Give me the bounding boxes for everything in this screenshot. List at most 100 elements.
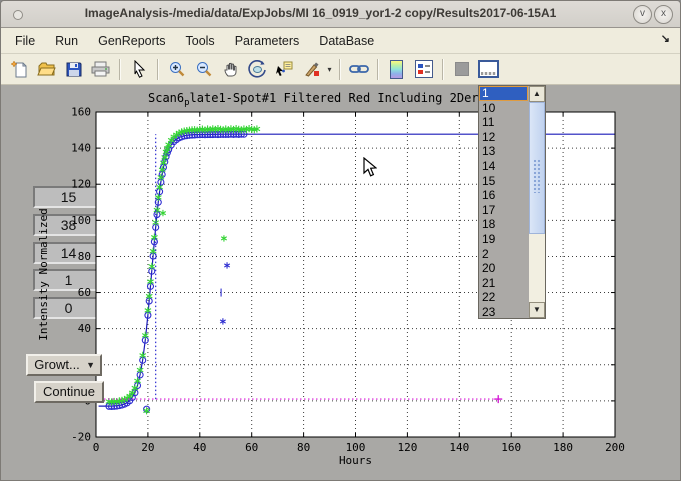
- scan-listbox[interactable]: 110111213141516171819220212223 ▲ ▼: [478, 85, 546, 319]
- save-floppy-icon: [65, 60, 83, 78]
- svg-text:100: 100: [71, 214, 91, 227]
- listbox-scrollbar[interactable]: ▲ ▼: [529, 86, 545, 318]
- svg-text:40: 40: [78, 322, 91, 335]
- colorbar-icon: [390, 60, 403, 79]
- listbox-item[interactable]: 16: [479, 188, 528, 203]
- menu-item-database[interactable]: DataBase: [311, 31, 382, 51]
- listbox-item[interactable]: 23: [479, 305, 528, 319]
- menu-item-run[interactable]: Run: [47, 31, 86, 51]
- brush-tool-button[interactable]: [299, 57, 324, 82]
- scroll-down-icon[interactable]: ▼: [529, 302, 545, 318]
- svg-text:0: 0: [93, 441, 100, 454]
- listbox-item[interactable]: 10: [479, 101, 528, 116]
- listbox-item[interactable]: 1: [479, 86, 528, 101]
- toolbar: ▾: [1, 54, 680, 85]
- svg-text:140: 140: [71, 142, 91, 155]
- svg-text:200: 200: [605, 441, 625, 454]
- listbox-item[interactable]: 13: [479, 144, 528, 159]
- dock-figure-icon: [478, 60, 499, 78]
- new-file-icon: [11, 60, 29, 78]
- titlebar[interactable]: ImageAnalysis-/media/data/ExpJobs/MI 16_…: [1, 1, 680, 28]
- toolbar-separator: [377, 59, 378, 80]
- listbox-item[interactable]: 21: [479, 276, 528, 291]
- datatip-icon: [275, 60, 294, 78]
- shade-button[interactable]: v: [633, 5, 652, 24]
- continue-button[interactable]: Continue: [34, 381, 104, 403]
- link-chain-icon: [349, 60, 369, 78]
- growth-menu-button[interactable]: Growt...▼: [26, 354, 102, 376]
- listbox-item[interactable]: 20: [479, 261, 528, 276]
- menu-overflow-icon[interactable]: ↘: [661, 32, 670, 45]
- arrow-cursor-icon: [131, 60, 147, 78]
- plot-tools-off-icon: [455, 62, 469, 76]
- svg-text:60: 60: [245, 441, 258, 454]
- svg-text:180: 180: [553, 441, 573, 454]
- listbox-item[interactable]: 19: [479, 232, 528, 247]
- svg-text:160: 160: [501, 441, 521, 454]
- link-plots-button[interactable]: [346, 57, 371, 82]
- zoom-out-icon: [195, 60, 213, 78]
- legend-icon: [415, 60, 433, 78]
- svg-text:120: 120: [397, 441, 417, 454]
- open-folder-icon: [37, 60, 56, 78]
- listbox-item[interactable]: 17: [479, 203, 528, 218]
- toolbar-separator: [119, 59, 120, 80]
- figure-area: Scan6plate1-Spot#1 Filtered Red Includin…: [1, 85, 681, 481]
- svg-text:100: 100: [346, 441, 366, 454]
- listbox-item[interactable]: 11: [479, 115, 528, 130]
- svg-text:Intensity Normalized: Intensity Normalized: [37, 208, 50, 340]
- svg-text:80: 80: [78, 250, 91, 263]
- listbox-item[interactable]: 12: [479, 130, 528, 145]
- open-file-button[interactable]: [34, 57, 59, 82]
- brush-menu-caret[interactable]: ▾: [325, 58, 334, 81]
- scrollbar-thumb[interactable]: [529, 102, 545, 234]
- app-window: ImageAnalysis-/media/data/ExpJobs/MI 16_…: [0, 0, 681, 481]
- plot-canvas[interactable]: 020406080100120140160180200-200204060801…: [1, 85, 681, 481]
- svg-text:140: 140: [449, 441, 469, 454]
- listbox-item[interactable]: 22: [479, 290, 528, 305]
- menu-item-tools[interactable]: Tools: [178, 31, 223, 51]
- plot-title: Scan6plate1-Spot#1 Filtered Red Includin…: [148, 91, 522, 108]
- zoom-in-button[interactable]: [164, 57, 189, 82]
- toolbar-separator: [339, 59, 340, 80]
- rotate-3d-button[interactable]: [245, 57, 270, 82]
- close-button[interactable]: x: [654, 5, 673, 24]
- hand-icon: [222, 60, 240, 78]
- listbox-item[interactable]: 15: [479, 174, 528, 189]
- pan-tool-button[interactable]: [218, 57, 243, 82]
- listbox-item[interactable]: 2: [479, 247, 528, 262]
- dock-figure-button[interactable]: [476, 57, 501, 82]
- mouse-cursor-icon: [363, 157, 377, 178]
- zoom-out-button[interactable]: [191, 57, 216, 82]
- toolbar-separator: [442, 59, 443, 80]
- menu-item-genreports[interactable]: GenReports: [90, 31, 173, 51]
- toolbar-separator: [157, 59, 158, 80]
- svg-text:80: 80: [297, 441, 310, 454]
- scroll-up-icon[interactable]: ▲: [529, 86, 545, 102]
- plot-tools-off-button[interactable]: [449, 57, 474, 82]
- save-button[interactable]: [61, 57, 86, 82]
- svg-text:Hours: Hours: [339, 454, 372, 467]
- pointer-tool-button[interactable]: [126, 57, 151, 82]
- rotate-3d-icon: [248, 60, 267, 78]
- menu-item-file[interactable]: File: [7, 31, 43, 51]
- menubar: FileRunGenReportsToolsParametersDataBase…: [1, 28, 680, 54]
- print-button[interactable]: [88, 57, 113, 82]
- svg-text:160: 160: [71, 106, 91, 119]
- zoom-in-icon: [168, 60, 186, 78]
- brush-icon: [303, 60, 321, 78]
- insert-legend-button[interactable]: [411, 57, 436, 82]
- printer-icon: [91, 60, 110, 78]
- svg-text:20: 20: [141, 441, 154, 454]
- listbox-item[interactable]: 14: [479, 159, 528, 174]
- svg-text:40: 40: [193, 441, 206, 454]
- insert-colorbar-button[interactable]: [384, 57, 409, 82]
- listbox-item[interactable]: 18: [479, 217, 528, 232]
- svg-text:-20: -20: [71, 431, 91, 444]
- data-cursor-button[interactable]: [272, 57, 297, 82]
- menu-item-parameters[interactable]: Parameters: [227, 31, 308, 51]
- chevron-down-icon: ▼: [86, 356, 95, 374]
- svg-text:120: 120: [71, 178, 91, 191]
- svg-text:60: 60: [78, 286, 91, 299]
- new-file-button[interactable]: [7, 57, 32, 82]
